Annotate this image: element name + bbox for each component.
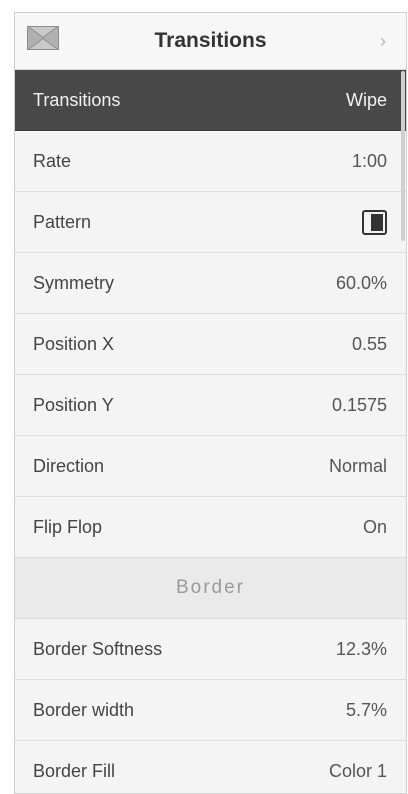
setting-label: Rate bbox=[33, 150, 72, 171]
setting-value: 5.7% bbox=[345, 699, 387, 720]
setting-row-border-softness[interactable]: Border Softness 12.3% bbox=[15, 619, 406, 680]
chevron-right-icon[interactable]: › bbox=[380, 31, 386, 52]
setting-value: Normal bbox=[328, 455, 387, 476]
setting-label: Border Fill bbox=[33, 760, 116, 781]
setting-label: Pattern bbox=[33, 211, 92, 232]
transitions-panel: Transitions › Transitions Wipe Rate 1:00… bbox=[14, 12, 407, 794]
setting-value: Color 1 bbox=[328, 760, 387, 781]
setting-value: 0.1575 bbox=[331, 394, 387, 415]
setting-row-transitions[interactable]: Transitions Wipe bbox=[15, 70, 406, 131]
setting-value: 60.0% bbox=[335, 272, 387, 293]
setting-value: 1:00 bbox=[351, 150, 387, 171]
setting-row-symmetry[interactable]: Symmetry 60.0% bbox=[15, 253, 406, 314]
panel-header: Transitions › bbox=[15, 13, 406, 70]
setting-label: Symmetry bbox=[33, 272, 114, 293]
setting-value: Wipe bbox=[345, 89, 387, 110]
setting-label: Position Y bbox=[33, 394, 114, 415]
wipe-pattern-icon[interactable] bbox=[362, 209, 387, 235]
setting-label: Direction bbox=[33, 455, 105, 476]
setting-row-border-fill[interactable]: Border Fill Color 1 bbox=[15, 741, 406, 793]
setting-label: Transitions bbox=[33, 89, 121, 110]
setting-row-position-x[interactable]: Position X 0.55 bbox=[15, 314, 406, 375]
section-header-border: Border bbox=[15, 558, 406, 619]
setting-value: 0.55 bbox=[351, 333, 387, 354]
setting-row-position-y[interactable]: Position Y 0.1575 bbox=[15, 375, 406, 436]
wipe-pattern-fill bbox=[371, 213, 383, 231]
scrollbar[interactable] bbox=[401, 71, 405, 241]
setting-value: On bbox=[362, 516, 387, 537]
setting-row-flip-flop[interactable]: Flip Flop On bbox=[15, 497, 406, 558]
panel-title: Transitions bbox=[154, 29, 267, 52]
setting-row-rate[interactable]: Rate 1:00 bbox=[15, 131, 406, 192]
setting-label: Position X bbox=[33, 333, 115, 354]
setting-label: Flip Flop bbox=[33, 516, 103, 537]
setting-value: 12.3% bbox=[335, 638, 387, 659]
setting-row-border-width[interactable]: Border width 5.7% bbox=[15, 680, 406, 741]
setting-label: Border width bbox=[33, 699, 135, 720]
setting-row-pattern[interactable]: Pattern bbox=[15, 192, 406, 253]
setting-row-direction[interactable]: Direction Normal bbox=[15, 436, 406, 497]
setting-label: Border Softness bbox=[33, 638, 163, 659]
